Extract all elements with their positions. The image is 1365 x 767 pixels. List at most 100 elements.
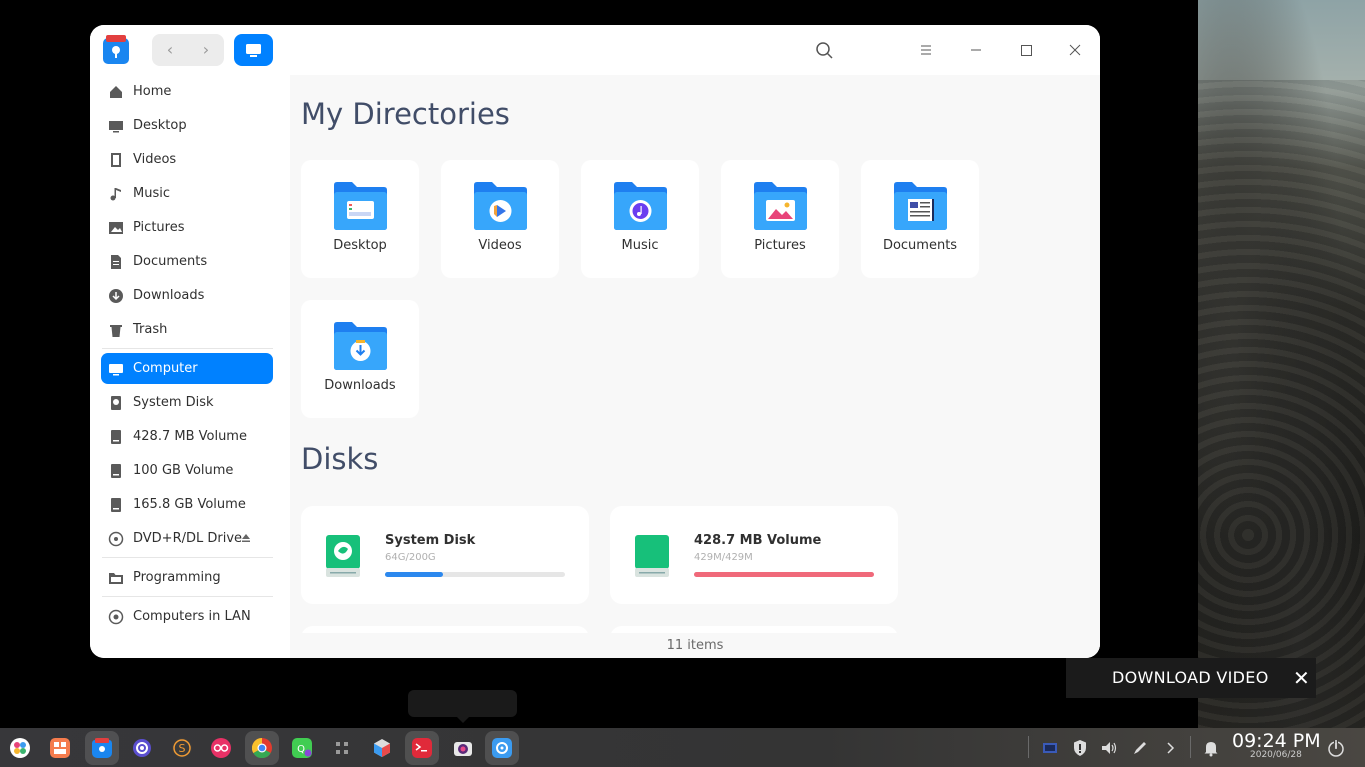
disk-usage-bar — [385, 572, 565, 577]
directory-card-pictures[interactable]: Pictures — [721, 160, 839, 278]
search-icon[interactable] — [814, 40, 834, 60]
sidebar-item-computer[interactable]: Computer — [101, 353, 273, 384]
disk-size: 64G/200G — [385, 552, 436, 563]
directories-heading: My Directories — [301, 97, 510, 131]
sidebar-item-label: Downloads — [133, 288, 205, 303]
sidebar-item-label: 428.7 MB Volume — [133, 429, 247, 444]
directory-card-documents[interactable]: Documents — [861, 160, 979, 278]
dvd-icon — [108, 531, 124, 547]
disk-card-system-disk[interactable]: System Disk 64G/200G — [301, 506, 589, 604]
videos-icon — [111, 153, 121, 167]
menu-icon[interactable] — [916, 40, 936, 60]
app-grid-button[interactable] — [325, 731, 359, 765]
download-video-label[interactable]: DOWNLOAD VIDEO — [1112, 658, 1269, 698]
sidebar-item-desktop[interactable]: Desktop — [101, 110, 273, 141]
sidebar-item-trash[interactable]: Trash — [101, 314, 273, 345]
disk-usage-bar — [694, 572, 874, 577]
home-icon — [110, 86, 122, 98]
file-manager-app-icon[interactable] — [102, 35, 130, 65]
sidebar-item-pictures[interactable]: Pictures — [101, 212, 273, 243]
settings-taskbar-button[interactable] — [125, 731, 159, 765]
screenshot-taskbar-button[interactable] — [446, 731, 480, 765]
system-monitor-icon — [492, 738, 512, 758]
notification-bell-icon[interactable] — [1201, 738, 1221, 758]
directory-card-videos[interactable]: Videos — [441, 160, 559, 278]
security-shield-icon[interactable] — [1070, 738, 1090, 758]
sidebar-item-label: System Disk — [133, 395, 214, 410]
qt-taskbar-button[interactable]: Q — [285, 731, 319, 765]
sidebar-item-label: Programming — [133, 570, 221, 585]
settings-gear-icon — [133, 739, 151, 757]
sidebar-item-system-disk[interactable]: System Disk — [101, 387, 273, 418]
sidebar-item-music[interactable]: Music — [101, 178, 273, 209]
directory-card-desktop[interactable]: Desktop — [301, 160, 419, 278]
trash-icon — [110, 325, 122, 337]
app-grid-icon — [336, 742, 348, 754]
volume-icon — [111, 464, 121, 478]
sidebar-item-downloads[interactable]: Downloads — [101, 280, 273, 311]
sidebar-item-dvd-drive[interactable]: DVD+R/DL Drive — [101, 523, 273, 554]
computer-view-button[interactable] — [234, 34, 273, 66]
chrome-icon — [252, 738, 272, 758]
folder-icon — [109, 573, 123, 584]
flickr-taskbar-button[interactable] — [204, 731, 238, 765]
minimize-icon[interactable] — [966, 40, 986, 60]
power-icon[interactable] — [1326, 738, 1346, 758]
disk-usage-fill — [694, 572, 874, 577]
chrome-taskbar-button[interactable] — [245, 731, 279, 765]
navigation-group: ‹ › — [152, 34, 224, 66]
multitasking-icon — [50, 738, 70, 758]
videos-folder-icon — [474, 182, 527, 230]
main-content: My Directories Desktop Videos Music Pict… — [290, 75, 1100, 658]
sidebar-item-volume-100[interactable]: 100 GB Volume — [101, 455, 273, 486]
pen-tool-icon[interactable] — [1130, 738, 1150, 758]
sidebar-item-label: 165.8 GB Volume — [133, 497, 246, 512]
input-method-icon[interactable] — [1040, 738, 1060, 758]
qt-icon: Q — [292, 738, 312, 758]
sidebar-item-programming[interactable]: Programming — [101, 562, 273, 593]
sidebar-item-volume-165[interactable]: 165.8 GB Volume — [101, 489, 273, 520]
maximize-icon[interactable] — [1016, 40, 1036, 60]
file-manager-taskbar-button[interactable] — [85, 731, 119, 765]
music-icon — [110, 188, 121, 201]
cube-app-taskbar-button[interactable] — [365, 731, 399, 765]
sidebar-item-label: Music — [133, 186, 170, 201]
launcher-button[interactable] — [3, 731, 37, 765]
back-button[interactable]: ‹ — [152, 34, 188, 66]
system-disk-icon — [111, 396, 121, 410]
disk-name: System Disk — [385, 533, 476, 548]
multitasking-button[interactable] — [43, 731, 77, 765]
network-icon — [108, 609, 124, 625]
directory-card-downloads[interactable]: Downloads — [301, 300, 419, 418]
svg-text:S: S — [179, 742, 186, 755]
close-icon[interactable]: ✕ — [1293, 658, 1310, 698]
taskbar-divider — [1028, 736, 1029, 758]
svg-text:Q: Q — [297, 744, 305, 755]
directory-label: Documents — [882, 238, 958, 253]
computer-icon — [109, 364, 123, 376]
clock-time[interactable]: 09:24 PM — [1232, 730, 1321, 752]
file-manager-icon — [92, 738, 112, 758]
directory-card-music[interactable]: Music — [581, 160, 699, 278]
desktop-icon — [109, 121, 123, 133]
sidebar-item-videos[interactable]: Videos — [101, 144, 273, 175]
sidebar-item-home[interactable]: Home — [101, 76, 273, 107]
disk-card-volume-428[interactable]: 428.7 MB Volume 429M/429M — [610, 506, 898, 604]
clock-date[interactable]: 2020/06/28 — [1250, 750, 1302, 760]
forward-button[interactable]: › — [188, 34, 224, 66]
sidebar-item-documents[interactable]: Documents — [101, 246, 273, 277]
downloads-icon — [109, 289, 123, 303]
volume-icon[interactable] — [1100, 738, 1120, 758]
tray-expand-icon[interactable] — [1160, 738, 1180, 758]
sidebar-item-volume-428[interactable]: 428.7 MB Volume — [101, 421, 273, 452]
eject-icon[interactable] — [241, 533, 251, 543]
volume-icon — [111, 430, 121, 444]
download-video-banner[interactable]: DOWNLOAD VIDEO ✕ — [1066, 658, 1316, 698]
sublime-taskbar-button[interactable]: S — [165, 731, 199, 765]
close-icon[interactable] — [1065, 40, 1085, 60]
sidebar-item-label: Desktop — [133, 118, 187, 133]
system-monitor-taskbar-button[interactable] — [485, 731, 519, 765]
sidebar-item-label: Home — [133, 84, 172, 99]
terminal-taskbar-button[interactable] — [405, 731, 439, 765]
sidebar-item-computers-in-lan[interactable]: Computers in LAN — [101, 601, 273, 632]
